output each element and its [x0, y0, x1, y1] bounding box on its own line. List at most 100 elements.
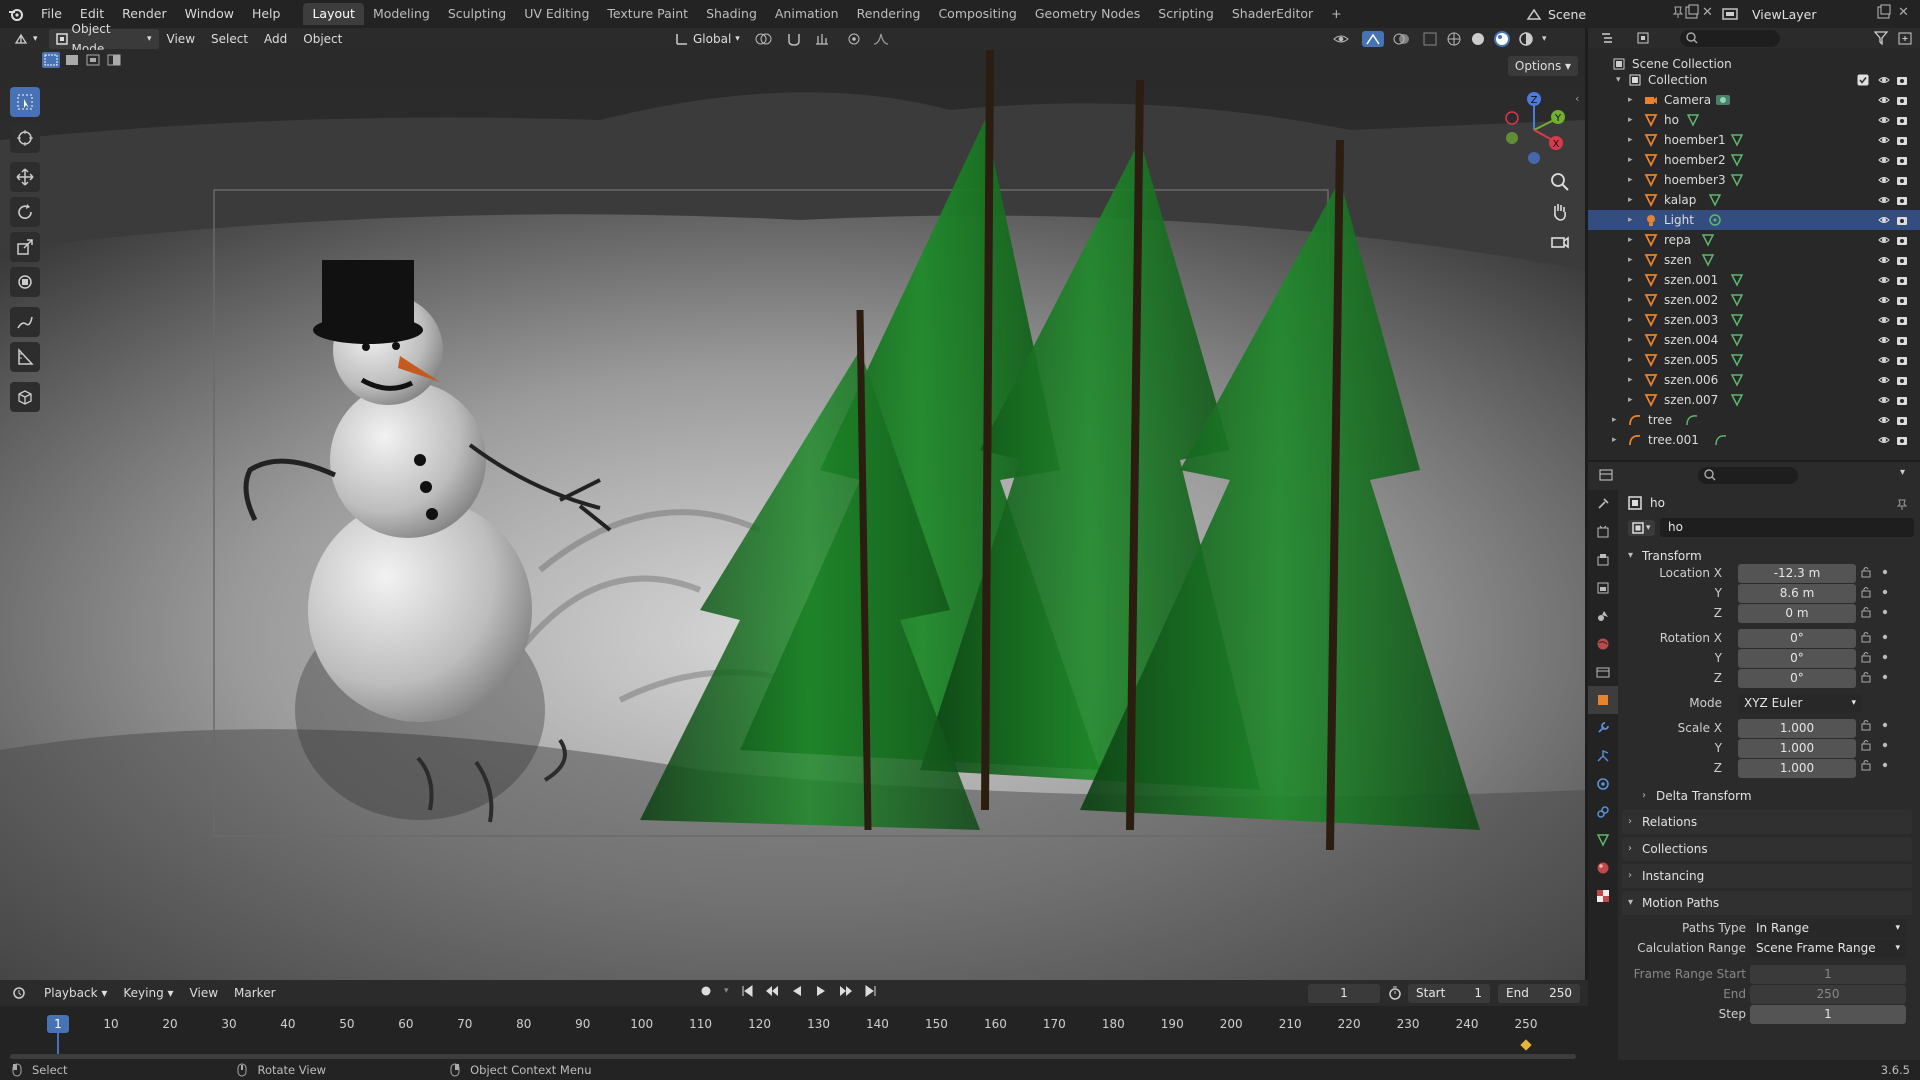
outliner-row[interactable]: ▸ repa — [1588, 230, 1920, 250]
camera-render-icon[interactable] — [1896, 354, 1908, 366]
tab-sculpting[interactable]: Sculpting — [439, 3, 515, 25]
move-tool[interactable] — [10, 162, 40, 192]
camera-render-icon[interactable] — [1896, 94, 1908, 106]
tab-physics[interactable] — [1588, 770, 1618, 798]
expand-chevron-right-icon[interactable]: ▸ — [1628, 255, 1633, 265]
start-frame-field[interactable]: Start 1 — [1408, 984, 1490, 1003]
lock-icon[interactable] — [1860, 739, 1872, 751]
stopwatch-icon[interactable] — [1388, 986, 1402, 1000]
expand-chevron-right-icon[interactable]: ▸ — [1612, 415, 1617, 425]
scale-x-field[interactable]: 1.000 — [1738, 719, 1856, 738]
lock-icon[interactable] — [1860, 719, 1872, 731]
blender-logo-icon[interactable] — [0, 0, 32, 28]
eye-icon[interactable] — [1878, 274, 1890, 286]
camera-render-icon[interactable] — [1896, 414, 1908, 426]
eye-icon[interactable] — [1878, 334, 1890, 346]
expand-chevron-right-icon[interactable]: ▸ — [1628, 195, 1633, 205]
viewport-menu-add[interactable]: Add — [256, 29, 295, 49]
tab-modeling[interactable]: Modeling — [364, 3, 439, 25]
timeline[interactable]: Playback ▾ Keying ▾ View Marker ▾ 1 Star… — [0, 980, 1588, 1060]
tab-constraints[interactable] — [1588, 798, 1618, 826]
motion-paths-panel-header[interactable]: ▾ Motion Paths — [1622, 891, 1912, 915]
zoom-icon[interactable] — [1550, 172, 1570, 192]
timeline-scrollbar[interactable] — [10, 1054, 1576, 1059]
eye-icon[interactable] — [1878, 174, 1890, 186]
add-workspace-button[interactable]: + — [1322, 3, 1350, 25]
camera-render-icon[interactable] — [1896, 374, 1908, 386]
eye-icon[interactable] — [1878, 354, 1890, 366]
snap-target-icon[interactable] — [814, 31, 836, 47]
expand-chevron-right-icon[interactable]: ▸ — [1628, 215, 1633, 225]
sidebar-toggle-chevron-left-icon[interactable]: ‹ — [1575, 92, 1579, 105]
expand-chevron-right-icon[interactable]: ▸ — [1612, 435, 1617, 445]
viewport-menu-object[interactable]: Object — [295, 29, 350, 49]
expand-chevron-right-icon[interactable]: ▸ — [1628, 135, 1633, 145]
lock-icon[interactable] — [1860, 586, 1872, 598]
eye-icon[interactable] — [1878, 194, 1890, 206]
location-y-field[interactable]: 8.6 m — [1738, 584, 1856, 603]
mode-selector[interactable]: Object Mode ▾ — [48, 22, 159, 56]
animate-property-dot-icon[interactable] — [1882, 674, 1888, 680]
menu-help[interactable]: Help — [243, 0, 290, 28]
new-view-layer-icon[interactable] — [1876, 4, 1892, 20]
mesh-data-icon[interactable] — [1730, 353, 1744, 367]
expand-chevron-right-icon[interactable]: ▸ — [1628, 295, 1633, 305]
outliner-row[interactable]: ▸ ho — [1588, 110, 1920, 130]
expand-chevron-right-icon[interactable]: ▸ — [1628, 335, 1633, 345]
tab-scene[interactable] — [1588, 602, 1618, 630]
outliner-row[interactable]: ▸ kalap — [1588, 190, 1920, 210]
animate-property-dot-icon[interactable] — [1882, 722, 1888, 728]
mesh-data-icon[interactable] — [1686, 113, 1700, 127]
overlays-icon[interactable] — [1392, 31, 1414, 47]
outliner-row[interactable]: ▸ tree.001 — [1588, 430, 1920, 450]
calculation-range-select[interactable]: Scene Frame Range ▾ — [1750, 939, 1906, 958]
mesh-data-icon[interactable] — [1730, 393, 1744, 407]
menu-file[interactable]: File — [32, 0, 71, 28]
tab-output[interactable] — [1588, 546, 1618, 574]
eye-icon[interactable] — [1878, 234, 1890, 246]
falloff-icon[interactable] — [872, 31, 898, 47]
viewport-menu-view[interactable]: View — [159, 29, 203, 49]
outliner-row[interactable]: ▸ szen.002 — [1588, 290, 1920, 310]
eye-icon[interactable] — [1878, 114, 1890, 126]
expand-chevron-right-icon[interactable]: ▸ — [1628, 95, 1633, 105]
lock-icon[interactable] — [1860, 651, 1872, 663]
shading-solid-icon[interactable] — [1470, 31, 1486, 47]
mesh-data-icon[interactable] — [1701, 233, 1715, 247]
play-icon[interactable] — [815, 985, 827, 997]
step-field[interactable]: 1 — [1750, 1005, 1906, 1024]
expand-chevron-right-icon[interactable]: ▸ — [1628, 375, 1633, 385]
frame-range-end-field[interactable]: 250 — [1750, 985, 1906, 1004]
select-intersect-icon[interactable] — [105, 52, 123, 68]
camera-render-icon[interactable] — [1896, 394, 1908, 406]
menu-window[interactable]: Window — [176, 0, 243, 28]
rotation-x-field[interactable]: 0° — [1738, 629, 1856, 648]
cursor-tool[interactable] — [10, 123, 40, 153]
tab-uv-editing[interactable]: UV Editing — [515, 3, 598, 25]
jump-end-icon[interactable] — [865, 985, 877, 997]
relations-panel-header[interactable]: › Relations — [1622, 810, 1912, 834]
curve-data-icon[interactable] — [1714, 433, 1728, 447]
record-icon[interactable] — [700, 985, 712, 997]
outliner-row[interactable]: ▸ tree — [1588, 410, 1920, 430]
outliner-row[interactable]: ▸ Light — [1588, 210, 1920, 230]
frame-range-start-field[interactable]: 1 — [1750, 965, 1906, 984]
timeline-track-area[interactable]: 1 10 20 30 40 50 60 70 80 90 100 110 120 130 140 150 160… — [0, 1006, 1588, 1060]
tab-material[interactable] — [1588, 854, 1618, 882]
animate-property-dot-icon[interactable] — [1882, 609, 1888, 615]
properties-options-chevron-down-icon[interactable]: ▾ — [1900, 467, 1905, 478]
annotate-tool[interactable] — [10, 307, 40, 337]
eye-icon[interactable] — [1878, 294, 1890, 306]
outliner[interactable]: Scene Collection ▾ Collection ▸ Camera ▸ ho… — [1588, 48, 1920, 460]
tab-rendering[interactable]: Rendering — [848, 3, 930, 25]
select-new-icon[interactable] — [42, 52, 60, 68]
add-cube-tool[interactable] — [10, 382, 40, 412]
camera-render-icon[interactable] — [1896, 314, 1908, 326]
animate-property-dot-icon[interactable] — [1882, 634, 1888, 640]
navigation-gizmo[interactable]: Z Y X — [1498, 90, 1570, 170]
outliner-row[interactable]: ▸ szen — [1588, 250, 1920, 270]
animate-property-dot-icon[interactable] — [1882, 654, 1888, 660]
camera-render-icon[interactable] — [1896, 154, 1908, 166]
rotation-mode-select[interactable]: XYZ Euler ▾ — [1738, 694, 1862, 713]
transform-orientation-selector[interactable]: Global ▾ — [668, 29, 746, 49]
